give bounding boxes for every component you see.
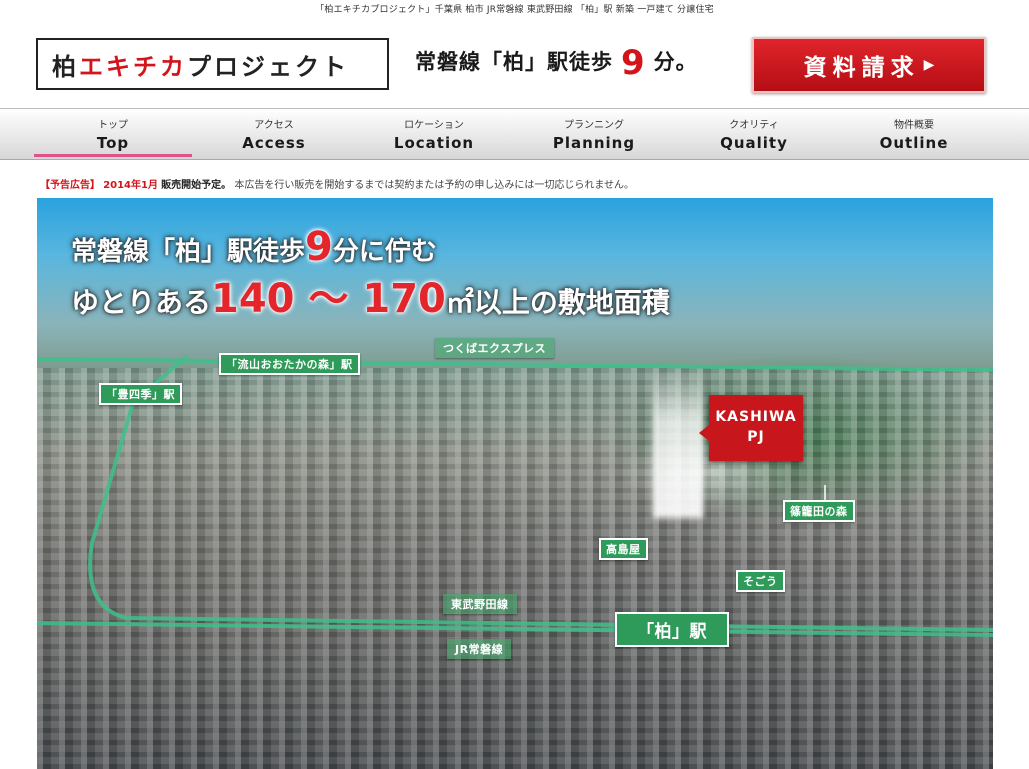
toyoshiki-station-label: 「豊四季」駅 bbox=[99, 383, 182, 405]
nav-item-planning[interactable]: プランニング Planning bbox=[515, 109, 673, 159]
logo-ekichika: エキチカ bbox=[79, 52, 187, 81]
nav-item-jp: クオリティ bbox=[729, 120, 779, 131]
logo-kashiwa: 柏 bbox=[52, 52, 79, 81]
tobu-noda-line-label: 東武野田線 bbox=[443, 594, 517, 614]
global-nav: トップ Top アクセス Access ロケーション Location プランニ… bbox=[0, 108, 1029, 160]
nav-item-en: Outline bbox=[879, 134, 949, 152]
nav-item-en: Location bbox=[393, 134, 475, 152]
hero-line2-b: ㎡以上の敷地面積 bbox=[445, 286, 670, 319]
kashiwa-pj-marker: KASHIWA PJ bbox=[699, 395, 803, 461]
notice-tag: 【予告広告】 bbox=[40, 180, 100, 191]
notice-date: 2014年1月 bbox=[103, 180, 158, 191]
request-info-button[interactable]: 資料請求 ▶ bbox=[752, 37, 986, 93]
kashiwa-station-label: 「柏」駅 bbox=[615, 612, 729, 647]
shinoda-forest-label: 篠籠田の森 bbox=[783, 500, 855, 522]
tagline-prefix: 常磐線「柏」駅徒歩 bbox=[415, 50, 613, 74]
tobu-noda-line-curve bbox=[88, 354, 993, 632]
notice-text: 本広告を行い販売を開始するまでは契約または予約の申し込みには一切応じられません。 bbox=[234, 180, 635, 191]
logo-project: プロジェクト bbox=[187, 52, 349, 81]
play-arrow-icon: ▶ bbox=[923, 57, 935, 73]
header-tagline: 常磐線「柏」駅徒歩 9 分。 bbox=[415, 46, 698, 80]
nav-item-outline[interactable]: 物件概要 Outline bbox=[835, 109, 993, 159]
takashimaya-label: 高島屋 bbox=[599, 538, 648, 560]
aerial-map-photo: 常磐線「柏」駅徒歩9分に佇む ゆとりある140 〜 170㎡以上の敷地面積 つく… bbox=[37, 198, 993, 769]
tagline-suffix: 分。 bbox=[653, 50, 698, 74]
nav-item-jp: ロケーション bbox=[404, 120, 464, 131]
nav-item-en: Planning bbox=[552, 134, 636, 152]
nav-item-en: Quality bbox=[720, 134, 788, 152]
tagline-minutes: 9 bbox=[621, 43, 646, 83]
nav-item-jp: トップ bbox=[98, 120, 128, 131]
pj-line1: KASHIWA bbox=[715, 409, 797, 425]
sogo-label: そごう bbox=[736, 570, 785, 592]
hero-line1-a: 常磐線「柏」駅徒歩 bbox=[71, 237, 306, 267]
nav-item-location[interactable]: ロケーション Location bbox=[355, 109, 513, 159]
request-info-label: 資料請求 bbox=[803, 55, 920, 81]
hero-line1-num: 9 bbox=[305, 224, 333, 270]
nav-item-en: Top bbox=[96, 134, 130, 152]
nav-item-access[interactable]: アクセス Access bbox=[195, 109, 353, 159]
hero-headline-area: ゆとりある140 〜 170㎡以上の敷地面積 bbox=[71, 266, 670, 324]
nav-item-jp: 物件概要 bbox=[894, 120, 934, 131]
hero-line1-b: 分に佇む bbox=[332, 237, 437, 267]
nav-item-jp: アクセス bbox=[254, 120, 294, 131]
tsukuba-express-label: つくばエクスプレス bbox=[435, 338, 555, 358]
nav-item-top[interactable]: トップ Top bbox=[34, 109, 192, 159]
notice-status: 販売開始予定。 bbox=[161, 180, 232, 191]
top-caption: 「柏エキチカプロジェクト」千葉県 柏市 JR常磐線 東武野田線 「柏」駅 新築 … bbox=[315, 5, 714, 15]
hero-line2-num: 140 〜 170 bbox=[211, 276, 446, 322]
nav-item-jp: プランニング bbox=[564, 120, 624, 131]
pre-announcement-notice: 【予告広告】 2014年1月 販売開始予定。 本広告を行い販売を開始するまでは契… bbox=[40, 176, 634, 191]
pj-line2: PJ bbox=[747, 429, 765, 445]
jr-joban-line-label: JR常磐線 bbox=[447, 639, 512, 659]
nav-item-en: Access bbox=[242, 134, 306, 152]
hero-headline-walk: 常磐線「柏」駅徒歩9分に佇む bbox=[71, 224, 437, 270]
hero-line2-a: ゆとりある bbox=[71, 286, 212, 319]
site-logo[interactable]: 柏エキチカ プロジェクト bbox=[36, 38, 389, 90]
nav-item-quality[interactable]: クオリティ Quality bbox=[675, 109, 833, 159]
nagareyama-station-label: 「流山おおたかの森」駅 bbox=[219, 353, 360, 375]
